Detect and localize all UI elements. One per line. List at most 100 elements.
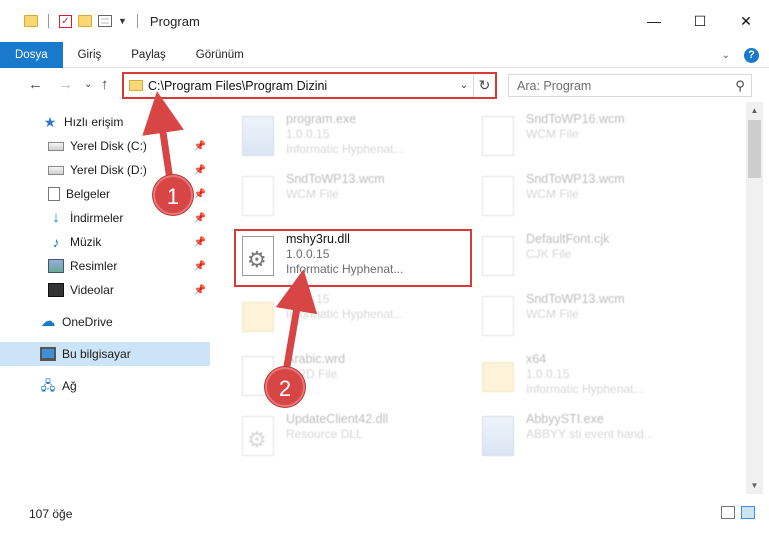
- file-tile[interactable]: UpdateClient42.dll Resource DLL: [234, 408, 470, 466]
- file-description: Informatic Hyphenat...: [526, 382, 644, 396]
- chevron-down-icon[interactable]: ⌄: [722, 50, 730, 61]
- pin-icon[interactable]: 📌: [194, 141, 206, 152]
- exe-icon: [482, 416, 514, 456]
- video-icon: [48, 283, 64, 297]
- maximize-button[interactable]: ☐: [677, 0, 723, 42]
- scroll-thumb[interactable]: [748, 120, 761, 178]
- search-icon[interactable]: ⚲: [729, 78, 751, 94]
- file-name: AbbyySTI.exe: [526, 412, 604, 426]
- navigation-pane: ★ Hızlı erişim Yerel Disk (C:) 📌 Yerel D…: [0, 102, 212, 494]
- customize-caret-icon[interactable]: ▼: [118, 16, 127, 26]
- page-icon: [482, 236, 514, 276]
- exe-icon: [242, 116, 274, 156]
- new-folder-icon[interactable]: [78, 15, 92, 27]
- music-icon: ♪: [52, 234, 60, 250]
- gear-file-icon: [242, 416, 274, 456]
- sidebar-item-label: Bu bilgisayar: [62, 347, 131, 361]
- file-name: SndToWP13.wcm: [526, 292, 625, 306]
- tab-dosya[interactable]: Dosya: [0, 41, 63, 68]
- cloud-icon: ☁: [40, 313, 56, 330]
- scroll-down-icon[interactable]: ▼: [746, 477, 763, 494]
- sidebar-item-label: Videolar: [70, 283, 114, 297]
- tiles-view-icon[interactable]: [741, 506, 755, 519]
- pin-icon[interactable]: 📌: [194, 165, 206, 176]
- refresh-icon[interactable]: ↻: [473, 74, 495, 97]
- tab-giris[interactable]: Giriş: [63, 42, 117, 68]
- highlight-box: [234, 229, 472, 287]
- sidebar-item-label: Hızlı erişim: [64, 115, 124, 129]
- folder-icon[interactable]: [24, 15, 38, 27]
- file-type: WCM File: [286, 187, 339, 201]
- file-list: program.exe 1.0.0.15 Informatic Hyphenat…: [212, 102, 746, 494]
- search-input[interactable]: Ara: Program: [517, 79, 729, 93]
- forward-arrow-icon[interactable]: →: [58, 76, 73, 93]
- file-tile[interactable]: DefaultFont.cjk CJK File: [474, 228, 710, 286]
- sidebar-item-music[interactable]: ♪ Müzik 📌: [0, 230, 210, 254]
- tab-gorunum[interactable]: Görünüm: [181, 42, 259, 68]
- file-tile[interactable]: x64 1.0.0.15 Informatic Hyphenat...: [474, 348, 710, 406]
- file-version: 1.0.0.15: [286, 292, 330, 306]
- divider: [136, 14, 138, 28]
- drive-icon: [48, 165, 64, 175]
- tab-paylas[interactable]: Paylaş: [116, 42, 181, 68]
- divider: [48, 14, 49, 28]
- help-icon[interactable]: ?: [744, 47, 759, 63]
- chevron-down-icon[interactable]: ⌄: [455, 80, 473, 91]
- page-icon: [242, 176, 274, 216]
- pin-icon[interactable]: 📌: [194, 261, 206, 272]
- folder-icon: [482, 362, 514, 392]
- file-tile[interactable]: SndToWP16.wcm WCM File: [474, 108, 710, 166]
- recent-locations-caret-icon[interactable]: ⌄: [84, 79, 92, 90]
- file-tile[interactable]: 1.0.0.15 Informatic Hyphenat...: [234, 288, 470, 346]
- pin-icon[interactable]: 📌: [194, 285, 206, 296]
- sidebar-item-videos[interactable]: Videolar 📌: [0, 278, 210, 302]
- sidebar-item-onedrive[interactable]: ☁ OneDrive: [0, 310, 210, 334]
- drive-icon: [48, 141, 64, 151]
- properties-check-icon[interactable]: ✓: [59, 14, 72, 28]
- file-name: SndToWP13.wcm: [526, 172, 625, 186]
- quick-access-toolbar: ✓ ▼ Program: [0, 14, 200, 29]
- details-view-icon[interactable]: [721, 506, 735, 519]
- sidebar-item-quick-access[interactable]: ★ Hızlı erişim: [0, 110, 210, 134]
- sidebar-item-label: Ağ: [62, 379, 77, 393]
- folder-icon: [129, 80, 143, 91]
- up-arrow-icon[interactable]: ↑: [101, 76, 109, 93]
- ribbon-tabs: Dosya Giriş Paylaş Görünüm ⌄ ?: [0, 41, 769, 68]
- file-name: SndToWP16.wcm: [526, 112, 625, 126]
- file-name: UpdateClient42.dll: [286, 412, 389, 426]
- pictures-icon: [48, 259, 64, 273]
- pin-icon[interactable]: 📌: [194, 213, 206, 224]
- sidebar-item-this-pc[interactable]: Bu bilgisayar: [0, 342, 210, 366]
- properties-icon[interactable]: [98, 15, 112, 27]
- sidebar-item-label: İndirmeler: [70, 211, 124, 225]
- search-box[interactable]: Ara: Program ⚲: [508, 74, 752, 97]
- file-tile[interactable]: AbbyySTI.exe ABBYY sti event hand...: [474, 408, 710, 466]
- file-name: x64: [526, 352, 547, 366]
- minimize-button[interactable]: —: [631, 0, 677, 42]
- pin-icon[interactable]: 📌: [194, 189, 206, 200]
- file-type: WCM File: [526, 187, 579, 201]
- close-button[interactable]: ✕: [723, 0, 769, 42]
- file-tile[interactable]: SndToWP13.wcm WCM File: [234, 168, 470, 226]
- sidebar-item-pictures[interactable]: Resimler 📌: [0, 254, 210, 278]
- back-arrow-icon[interactable]: ←: [28, 76, 43, 93]
- step-1-badge: 1: [153, 175, 193, 215]
- address-bar[interactable]: C:\Program Files\Program Dizini ⌄ ↻: [122, 72, 497, 99]
- sidebar-item-label: Resimler: [70, 259, 118, 273]
- step-2-badge: 2: [265, 367, 305, 407]
- sidebar-item-label: Belgeler: [66, 187, 111, 201]
- file-tile[interactable]: program.exe 1.0.0.15 Informatic Hyphenat…: [234, 108, 470, 166]
- sidebar-item-disk-c[interactable]: Yerel Disk (C:) 📌: [0, 134, 210, 158]
- file-tile[interactable]: SndToWP13.wcm WCM File: [474, 168, 710, 226]
- vertical-scrollbar[interactable]: ▲ ▼: [746, 102, 763, 494]
- file-tile[interactable]: SndToWP13.wcm WCM File: [474, 288, 710, 346]
- pin-icon[interactable]: 📌: [194, 237, 206, 248]
- window-controls: — ☐ ✕: [631, 0, 769, 42]
- sidebar-item-label: Yerel Disk (D:): [70, 163, 147, 177]
- scroll-up-icon[interactable]: ▲: [746, 102, 763, 119]
- file-version: 1.0.0.15: [526, 367, 570, 381]
- sidebar-item-network[interactable]: 🖧 Ağ: [0, 374, 210, 398]
- file-name: program.exe: [286, 112, 357, 126]
- computer-icon: [40, 347, 56, 361]
- address-path[interactable]: C:\Program Files\Program Dizini: [148, 79, 455, 93]
